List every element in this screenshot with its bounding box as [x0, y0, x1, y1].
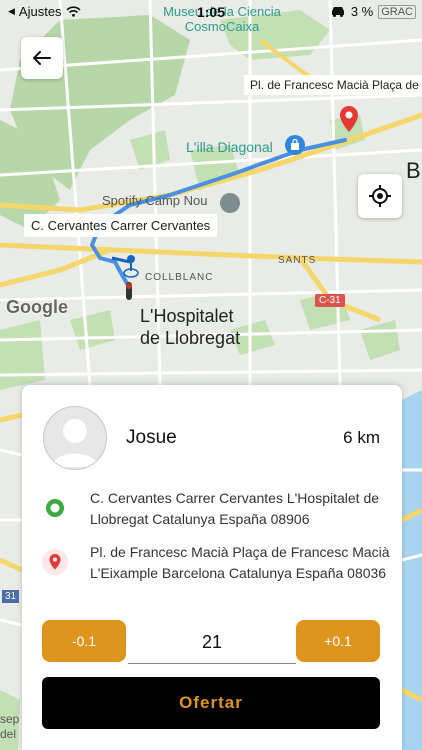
driver-name: Josue: [126, 427, 177, 448]
shopping-bag-icon: [285, 135, 305, 155]
battery-percent: 3 %: [350, 4, 374, 19]
map-label-edge-corner: GRAC: [378, 4, 416, 19]
increase-price-button[interactable]: +0.1: [296, 620, 380, 662]
price-input[interactable]: 21: [128, 621, 296, 664]
destination-map-label: Pl. de Francesc Macià Plaça de: [244, 75, 422, 95]
destination-marker-icon: [339, 106, 359, 134]
destination-address: Pl. de Francesc Macià Plaça de Francesc …: [90, 544, 390, 581]
destination-row: Pl. de Francesc Macià Plaça de Francesc …: [42, 542, 390, 584]
map-label-camp-nou: Spotify Camp Nou: [102, 193, 208, 208]
car-icon: [331, 7, 344, 17]
map-label-edge-del: del: [0, 727, 17, 741]
trip-distance: 6 km: [343, 428, 380, 447]
map-label-hospitalet-line2: de Llobregat: [140, 328, 241, 348]
map-label-hospitalet-line1: L'Hospitalet: [140, 306, 234, 326]
avatar: [43, 406, 107, 470]
map-label-hospitalet: L'Hospitalet de Llobregat: [140, 305, 240, 349]
map-label-collblanc: COLLBLANC: [145, 272, 214, 283]
map-label-edge-31: 31: [2, 590, 20, 603]
status-bar: ◀ Ajustes 1:05 3 % GRAC: [0, 0, 422, 24]
stadium-icon: [220, 193, 240, 213]
location-pin-icon: [42, 549, 68, 575]
origin-map-label: C. Cervantes Carrer Cervantes: [24, 214, 218, 237]
origin-row: C. Cervantes Carrer Cervantes L'Hospital…: [42, 488, 390, 530]
person-icon: [52, 419, 98, 467]
origin-address: C. Cervantes Carrer Cervantes L'Hospital…: [90, 490, 380, 527]
my-location-button[interactable]: [358, 174, 402, 218]
road-badge-c31: C-31: [315, 294, 345, 307]
origin-dot-icon: [42, 495, 68, 521]
google-logo: Google: [6, 297, 68, 317]
arrow-left-icon: [33, 51, 51, 65]
trip-offer-card: Josue 6 km C. Cervantes Carrer Cervantes…: [22, 385, 402, 750]
origin-marker-icon: [122, 254, 140, 280]
map-label-edge-b: B: [406, 158, 421, 183]
ofertar-button[interactable]: Ofertar: [42, 677, 380, 729]
crosshair-icon: [369, 185, 391, 207]
map-label-sants: SANTS: [278, 255, 317, 266]
status-right: 3 % GRAC: [330, 4, 416, 19]
map-label-illa: L'illa Diagonal: [186, 139, 273, 155]
back-button[interactable]: [21, 37, 63, 79]
map-label-edge-sep: sep: [0, 712, 20, 726]
motorcycle-icon: [121, 280, 137, 302]
decrease-price-button[interactable]: -0.1: [42, 620, 126, 662]
